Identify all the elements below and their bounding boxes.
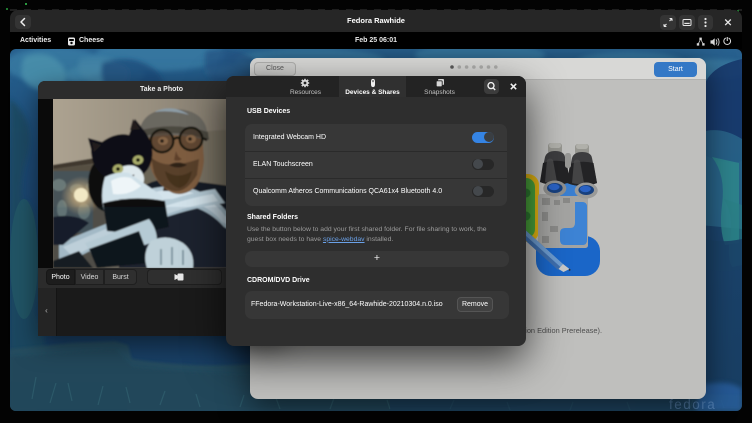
svg-text:fedora: fedora bbox=[669, 397, 716, 411]
